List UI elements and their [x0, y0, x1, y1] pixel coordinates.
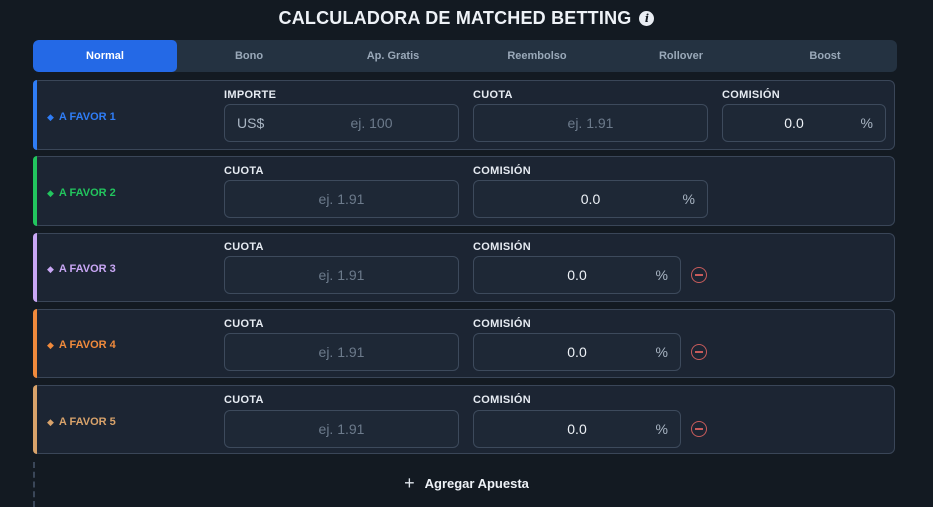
- importe-label: IMPORTE: [224, 89, 277, 101]
- percent-suffix: %: [682, 191, 695, 207]
- comision-input[interactable]: 0.0 %: [473, 333, 681, 371]
- cuota-input[interactable]: ej. 1.91: [473, 104, 708, 142]
- remove-icon[interactable]: [691, 344, 707, 360]
- comision-label: COMISIÓN: [473, 241, 532, 253]
- comision-value: 0.0: [567, 421, 587, 437]
- row-label-text: A FAVOR 2: [58, 187, 116, 199]
- header: CALCULADORA DE MATCHED BETTING i: [0, 6, 933, 30]
- tab-reembolso[interactable]: Reembolso: [465, 40, 609, 72]
- row-label: ◆ A FAVOR 5: [47, 416, 116, 428]
- mode-tabs: Normal Bono Ap. Gratis Reembolso Rollove…: [33, 40, 897, 72]
- comision-input[interactable]: 0.0 %: [473, 256, 681, 294]
- comision-input[interactable]: 0.0 %: [473, 410, 681, 448]
- tab-boost[interactable]: Boost: [753, 40, 897, 72]
- row-label: ◆ A FAVOR 1: [47, 111, 116, 123]
- cuota-input[interactable]: ej. 1.91: [224, 410, 459, 448]
- bet-row-5: ◆ A FAVOR 5 CUOTA ej. 1.91 COMISIÓN 0.0 …: [33, 385, 895, 454]
- diamond-icon: ◆: [47, 263, 54, 274]
- row-label: ◆ A FAVOR 4: [47, 339, 116, 351]
- bet-row-3: ◆ A FAVOR 3 CUOTA ej. 1.91 COMISIÓN 0.0 …: [33, 233, 895, 302]
- comision-label: COMISIÓN: [473, 394, 532, 406]
- cuota-input[interactable]: ej. 1.91: [224, 256, 459, 294]
- cuota-label: CUOTA: [224, 394, 264, 406]
- cuota-label: CUOTA: [224, 318, 264, 330]
- row-label-text: A FAVOR 1: [58, 111, 116, 123]
- row-accent: [33, 309, 37, 378]
- add-bet-label: Agregar Apuesta: [424, 475, 529, 491]
- bet-row-1: ◆ A FAVOR 1 IMPORTE US$ ej. 100 CUOTA ej…: [33, 80, 895, 150]
- cuota-placeholder: ej. 1.91: [318, 344, 365, 360]
- comision-value: 0.0: [580, 191, 601, 207]
- row-label-text: A FAVOR 4: [58, 339, 116, 351]
- comision-value: 0.0: [784, 115, 804, 131]
- importe-placeholder: ej. 100: [350, 115, 393, 131]
- cuota-placeholder: ej. 1.91: [567, 115, 614, 131]
- info-icon[interactable]: i: [639, 10, 655, 26]
- plus-icon: +: [404, 472, 415, 493]
- row-label-text: A FAVOR 5: [58, 416, 116, 428]
- comision-value: 0.0: [567, 344, 587, 360]
- row-label-text: A FAVOR 3: [58, 263, 116, 275]
- cuota-placeholder: ej. 1.91: [318, 421, 365, 437]
- cuota-label: CUOTA: [224, 165, 264, 177]
- bet-row-2: ◆ A FAVOR 2 CUOTA ej. 1.91 COMISIÓN 0.0 …: [33, 156, 895, 226]
- comision-input[interactable]: 0.0 %: [473, 180, 708, 218]
- bet-row-4: ◆ A FAVOR 4 CUOTA ej. 1.91 COMISIÓN 0.0 …: [33, 309, 895, 378]
- row-accent: [33, 233, 37, 302]
- tab-normal[interactable]: Normal: [33, 40, 177, 72]
- percent-suffix: %: [860, 115, 873, 131]
- cuota-label: CUOTA: [473, 89, 513, 101]
- comision-label: COMISIÓN: [722, 89, 781, 101]
- remove-icon[interactable]: [691, 267, 707, 283]
- tab-rollover[interactable]: Rollover: [609, 40, 753, 72]
- percent-suffix: %: [655, 421, 668, 437]
- comision-input[interactable]: 0.0 %: [722, 104, 886, 142]
- importe-input[interactable]: US$ ej. 100: [224, 104, 459, 142]
- tab-bono[interactable]: Bono: [177, 40, 321, 72]
- diamond-icon: ◆: [47, 111, 54, 122]
- row-label: ◆ A FAVOR 2: [47, 187, 116, 199]
- cuota-placeholder: ej. 1.91: [318, 191, 365, 207]
- cuota-input[interactable]: ej. 1.91: [224, 180, 459, 218]
- comision-label: COMISIÓN: [473, 165, 532, 177]
- diamond-icon: ◆: [47, 187, 54, 198]
- page-title: CALCULADORA DE MATCHED BETTING: [278, 7, 632, 28]
- add-bet-button[interactable]: + Agregar Apuesta: [0, 470, 933, 496]
- comision-label: COMISIÓN: [473, 318, 532, 330]
- diamond-icon: ◆: [47, 339, 54, 350]
- cuota-placeholder: ej. 1.91: [318, 267, 365, 283]
- row-label: ◆ A FAVOR 3: [47, 263, 116, 275]
- cuota-input[interactable]: ej. 1.91: [224, 333, 459, 371]
- row-accent: [33, 156, 37, 226]
- row-accent: [33, 385, 37, 454]
- diamond-icon: ◆: [47, 416, 54, 427]
- row-accent: [33, 80, 37, 150]
- currency-prefix: US$: [237, 115, 265, 131]
- cuota-label: CUOTA: [224, 241, 264, 253]
- comision-value: 0.0: [567, 267, 587, 283]
- tab-ap-gratis[interactable]: Ap. Gratis: [321, 40, 465, 72]
- percent-suffix: %: [655, 267, 668, 283]
- percent-suffix: %: [655, 344, 668, 360]
- remove-icon[interactable]: [691, 421, 707, 437]
